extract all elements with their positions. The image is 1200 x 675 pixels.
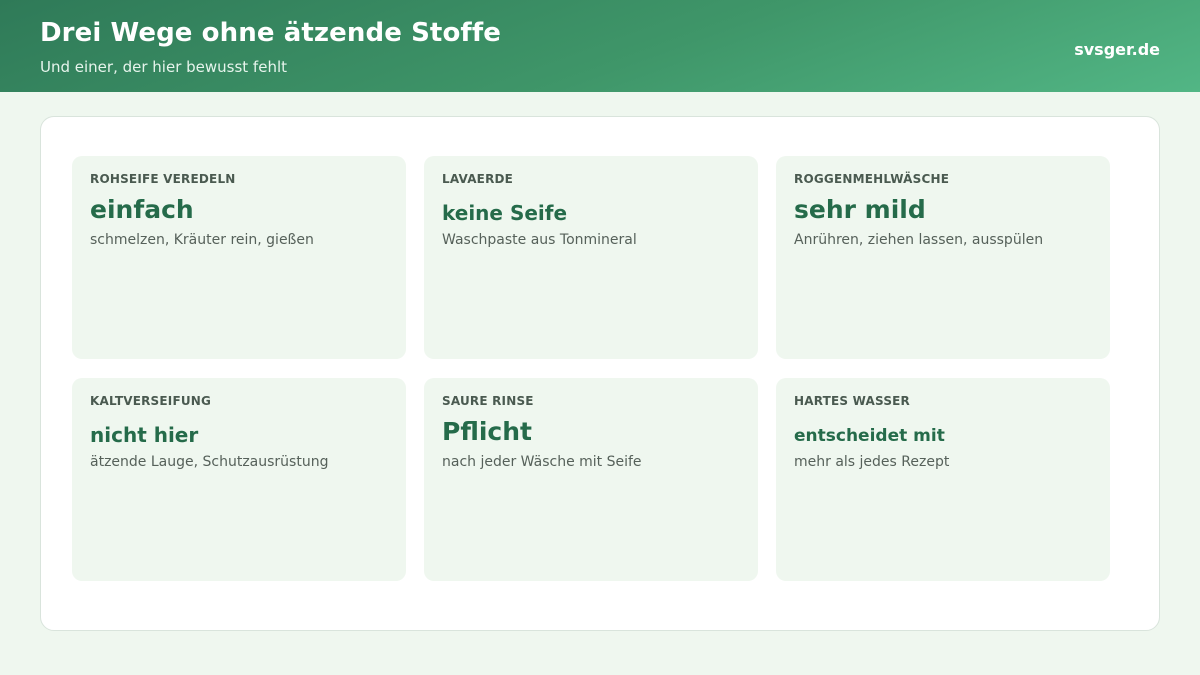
card-value: sehr mild [794, 195, 926, 224]
card-value: entscheidet mit [794, 426, 945, 446]
card-value: einfach [90, 195, 194, 224]
card-kaltverseifung: KALTVERSEIFUNG nicht hier ätzende Lauge,… [72, 378, 406, 581]
card-lavaerde: LAVAERDE keine Seife Waschpaste aus Tonm… [424, 156, 758, 359]
card-description: Waschpaste aus Tonmineral [442, 232, 637, 248]
card-description: ätzende Lauge, Schutzausrüstung [90, 454, 329, 470]
page-subtitle: Und einer, der hier bewusst fehlt [40, 58, 288, 76]
card-label: ROHSEIFE VEREDELN [90, 172, 236, 186]
card-label: KALTVERSEIFUNG [90, 394, 212, 408]
card-label: HARTES WASSER [794, 394, 911, 408]
card-description: mehr als jedes Rezept [794, 454, 950, 470]
card-description: Anrühren, ziehen lassen, ausspülen [794, 232, 1044, 248]
page-title: Drei Wege ohne ätzende Stoffe [40, 18, 501, 48]
card-label: LAVAERDE [442, 172, 514, 186]
card-hartes-wasser: HARTES WASSER entscheidet mit mehr als j… [776, 378, 1110, 581]
card-rohseife-veredeln: ROHSEIFE VEREDELN einfach schmelzen, Krä… [72, 156, 406, 359]
content-panel: ROHSEIFE VEREDELN einfach schmelzen, Krä… [40, 116, 1160, 631]
card-label: SAURE RINSE [442, 394, 534, 408]
card-value: nicht hier [90, 423, 199, 447]
card-label: ROGGENMEHLWÄSCHE [794, 172, 950, 186]
card-roggenmehlwaesche: ROGGENMEHLWÄSCHE sehr mild Anrühren, zie… [776, 156, 1110, 359]
brand-name: svsger.de [1074, 40, 1160, 59]
card-value: keine Seife [442, 201, 568, 225]
card-saure-rinse: SAURE RINSE Pflicht nach jeder Wäsche mi… [424, 378, 758, 581]
card-description: schmelzen, Kräuter rein, gießen [90, 232, 314, 248]
card-value: Pflicht [442, 417, 532, 446]
card-description: nach jeder Wäsche mit Seife [442, 454, 642, 470]
header-banner: Drei Wege ohne ätzende Stoffe Und einer,… [0, 0, 1200, 92]
